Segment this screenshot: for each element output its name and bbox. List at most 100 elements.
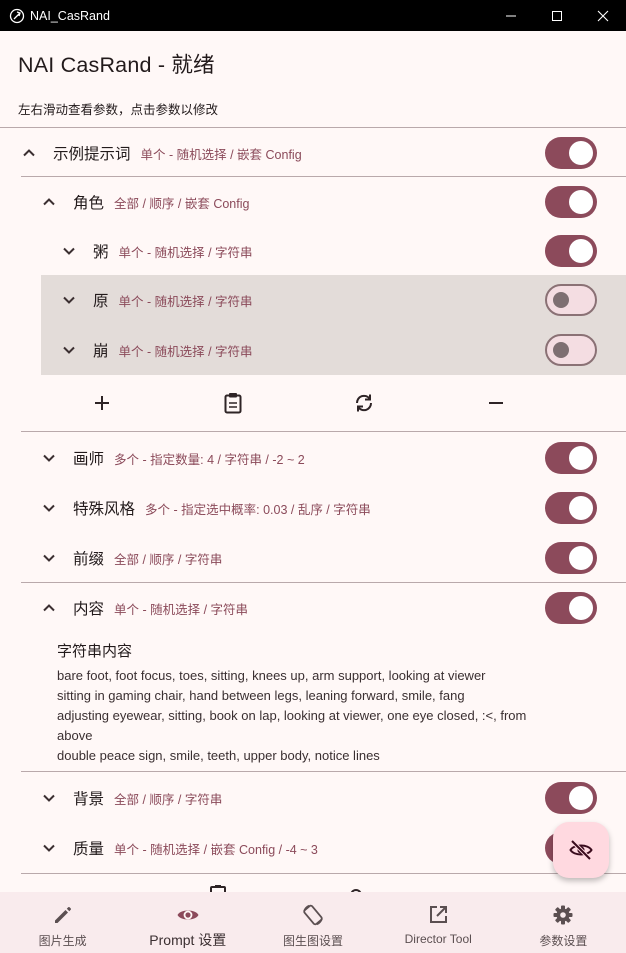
page-title: NAI CasRand - 就绪 — [18, 53, 215, 77]
sync-icon — [355, 394, 373, 412]
node-title: 粥 — [93, 244, 109, 261]
gear-icon — [550, 902, 576, 928]
node-description: 单个 - 随机选择 / 字符串 — [118, 245, 253, 260]
tree-node-sibling[interactable]: 背景 全部 / 顺序 / 字符串 — [21, 773, 626, 823]
content-line: bare foot, foot focus, toes, sitting, kn… — [57, 668, 486, 683]
node-description: 单个 - 随机选择 / 嵌套 Config — [140, 147, 302, 162]
remove-icon — [489, 402, 503, 404]
node-description: 单个 - 随机选择 / 嵌套 Config / -4 ~ 3 — [114, 842, 318, 857]
window-title: NAI_CasRand — [30, 8, 110, 23]
add-icon — [95, 396, 109, 410]
minimize-button[interactable] — [488, 0, 534, 31]
chevron-up-icon[interactable] — [19, 143, 39, 163]
tree-node-role-child[interactable]: 崩 单个 - 随机选择 / 字符串 — [41, 325, 626, 375]
node-title: 示例提示词 — [53, 146, 131, 163]
tree-node-role-child[interactable]: 粥 单个 - 随机选择 / 字符串 — [41, 226, 626, 276]
toggle-visibility-fab[interactable] — [553, 822, 609, 878]
chevron-down-icon[interactable] — [39, 548, 59, 568]
enable-toggle[interactable] — [545, 492, 597, 524]
node-description: 单个 - 随机选择 / 字符串 — [114, 602, 249, 617]
node-description: 单个 - 随机选择 / 字符串 — [118, 294, 253, 309]
maximize-icon — [552, 10, 562, 21]
chevron-down-icon[interactable] — [39, 448, 59, 468]
node-title: 特殊风格 — [73, 501, 136, 518]
node-description: 多个 - 指定数量: 4 / 字符串 / -2 ~ 2 — [114, 452, 305, 467]
content-line: sitting in gaming chair, hand between le… — [57, 688, 465, 703]
remove-button[interactable] — [484, 391, 508, 415]
close-button[interactable] — [580, 0, 626, 31]
node-title: 质量 — [73, 841, 105, 858]
app-icon — [9, 8, 25, 23]
app-header: NAI CasRand - 就绪 左右滑动查看参数，点击参数以修改 — [0, 31, 626, 127]
content-line: double peace sign, smile, teeth, upper b… — [57, 748, 380, 763]
nav-item-img2img-settings[interactable]: 图生图设置 — [250, 892, 375, 953]
chevron-down-icon[interactable] — [59, 290, 79, 310]
content-line: above — [57, 728, 93, 743]
open-in-new-icon — [425, 902, 451, 928]
chevron-down-icon[interactable] — [59, 241, 79, 261]
enable-toggle[interactable] — [545, 592, 597, 624]
node-action-bar — [41, 377, 626, 429]
chevron-down-icon[interactable] — [39, 788, 59, 808]
tree-node-sibling[interactable]: 前缀 全部 / 顺序 / 字符串 — [21, 533, 626, 583]
node-title: 原 — [93, 293, 109, 310]
rotate-icon — [300, 902, 326, 928]
node-title: 背景 — [73, 791, 105, 808]
chevron-up-icon[interactable] — [39, 598, 59, 618]
node-divider — [21, 873, 626, 874]
enable-toggle[interactable] — [545, 284, 597, 316]
tree-node-sibling[interactable]: 特殊风格 多个 - 指定选中概率: 0.03 / 乱序 / 字符串 — [21, 483, 626, 533]
node-title: 内容 — [73, 601, 105, 618]
tree-node-sibling[interactable]: 画师 多个 - 指定数量: 4 / 字符串 / -2 ~ 2 — [21, 433, 626, 483]
tree-node-root[interactable]: 示例提示词 单个 - 随机选择 / 嵌套 Config — [0, 128, 626, 178]
tree-node-content[interactable]: 内容 单个 - 随机选择 / 字符串 — [21, 583, 626, 633]
nav-label: Prompt 设置 — [149, 932, 227, 948]
enable-toggle[interactable] — [545, 137, 597, 169]
eye-icon — [175, 902, 201, 928]
string-content-block[interactable]: 字符串内容 bare foot, foot focus, toes, sitti… — [57, 640, 597, 766]
minimize-icon — [506, 15, 516, 16]
node-title: 画师 — [73, 451, 105, 468]
nav-label: Director Tool — [404, 932, 472, 946]
chevron-up-icon[interactable] — [39, 192, 59, 212]
window-titlebar: NAI_CasRand — [0, 0, 626, 31]
node-divider — [21, 431, 626, 432]
paste-button[interactable] — [221, 391, 245, 415]
node-description: 全部 / 顺序 / 嵌套 Config — [114, 196, 250, 211]
nav-label: 图片生成 — [38, 934, 87, 948]
node-divider — [21, 771, 626, 772]
tree-node-role[interactable]: 角色 全部 / 顺序 / 嵌套 Config — [21, 177, 626, 227]
content-heading: 字符串内容 — [57, 643, 133, 660]
enable-toggle[interactable] — [545, 235, 597, 267]
node-title: 角色 — [73, 195, 105, 212]
nav-item-prompt-settings[interactable]: Prompt 设置 — [125, 892, 250, 953]
paste-icon — [224, 393, 242, 414]
enable-toggle[interactable] — [545, 334, 597, 366]
node-description: 多个 - 指定选中概率: 0.03 / 乱序 / 字符串 — [145, 502, 371, 517]
nav-item-parameter-settings[interactable]: 参数设置 — [501, 892, 626, 953]
close-icon — [597, 10, 609, 21]
tree-node-sibling[interactable]: 质量 单个 - 随机选择 / 嵌套 Config / -4 ~ 3 — [21, 823, 626, 873]
nav-item-image-generation[interactable]: 图片生成 — [0, 892, 125, 953]
enable-toggle[interactable] — [545, 442, 597, 474]
node-description: 单个 - 随机选择 / 字符串 — [118, 344, 253, 359]
nav-item-director-tool[interactable]: Director Tool — [376, 892, 501, 953]
enable-toggle[interactable] — [545, 782, 597, 814]
nav-label: 图生图设置 — [283, 934, 344, 948]
node-description: 全部 / 顺序 / 字符串 — [114, 792, 223, 807]
maximize-button[interactable] — [534, 0, 580, 31]
instruction-text: 左右滑动查看参数，点击参数以修改 — [18, 103, 219, 117]
enable-toggle[interactable] — [545, 186, 597, 218]
node-title: 前缀 — [73, 551, 105, 568]
bottom-navigation: 图片生成 Prompt 设置 图生图设置 Director Tool 参数设置 — [0, 892, 626, 953]
add-button[interactable] — [90, 391, 114, 415]
tree-node-role-child[interactable]: 原 单个 - 随机选择 / 字符串 — [41, 275, 626, 325]
eye-off-icon — [569, 839, 593, 861]
enable-toggle[interactable] — [545, 542, 597, 574]
chevron-down-icon[interactable] — [59, 340, 79, 360]
pencil-icon — [50, 902, 76, 928]
chevron-down-icon[interactable] — [39, 838, 59, 858]
sync-button[interactable] — [352, 391, 376, 415]
chevron-down-icon[interactable] — [39, 498, 59, 518]
node-title: 崩 — [93, 343, 109, 360]
